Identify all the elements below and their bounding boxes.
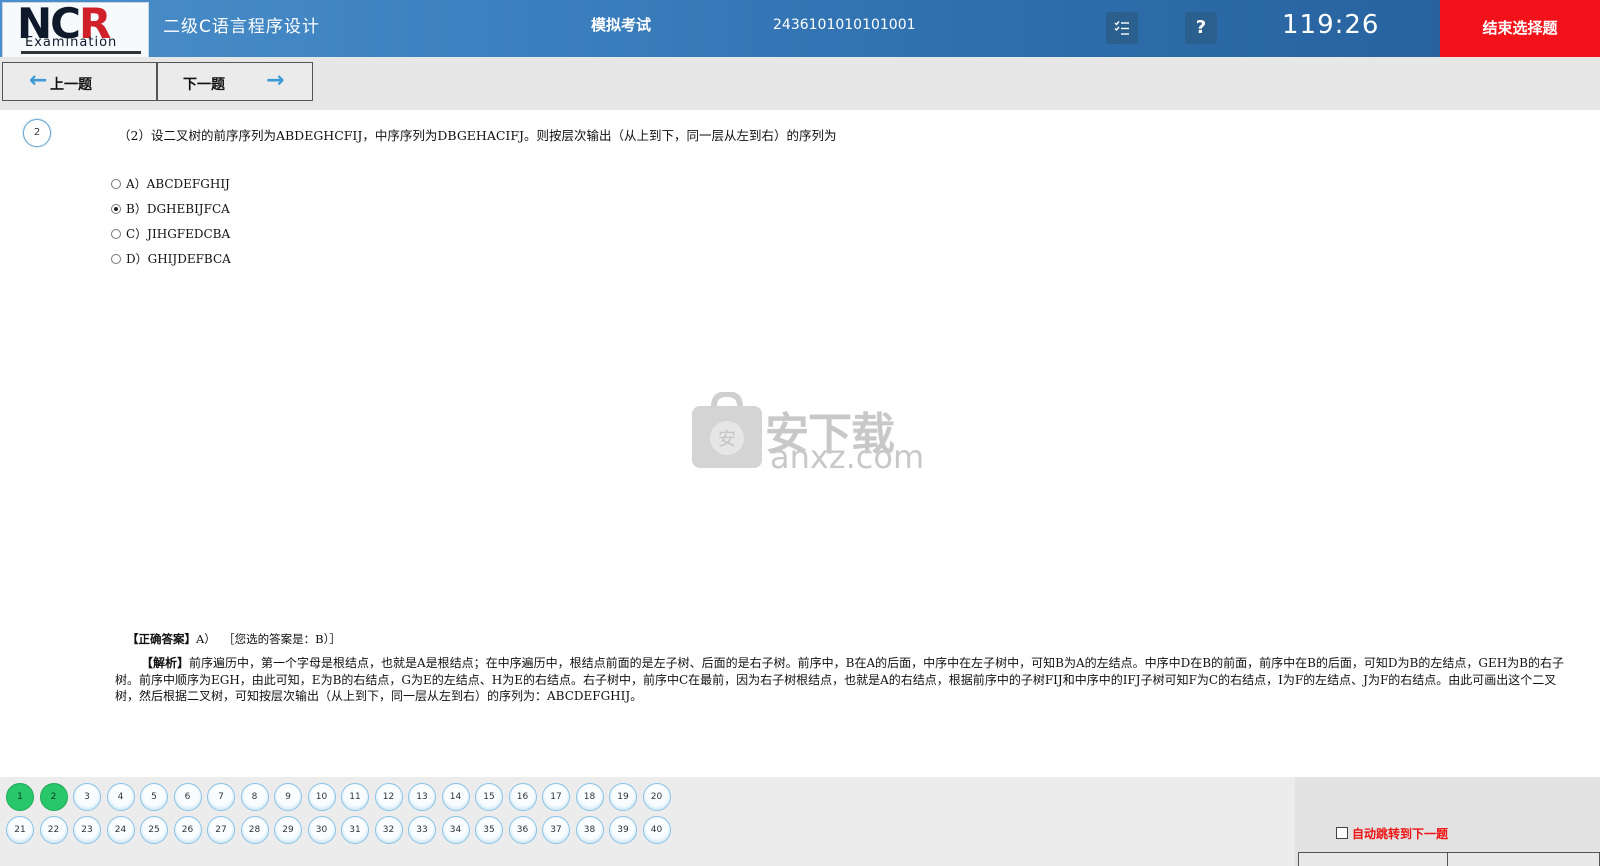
correct-answer-line: 【正确答案】A） ［您选的答案是：B）］ (127, 631, 341, 647)
watermark-subtext: anxz.com (770, 438, 925, 476)
question-list-button[interactable] (1106, 12, 1138, 44)
question-grid-item[interactable]: 14 (441, 783, 470, 811)
analysis-text: 【解析】前序遍历中，第一个字母是根结点，也就是A是根结点；在中序遍历中，根结点前… (115, 655, 1565, 705)
your-answer: ［您选的答案是：B）］ (223, 632, 341, 646)
question-grid-item[interactable]: 38 (575, 816, 604, 844)
question-grid-item[interactable]: 8 (240, 783, 269, 811)
question-grid-item[interactable]: 23 (73, 816, 101, 844)
question-grid-item[interactable]: 30 (307, 816, 336, 844)
svg-text:安: 安 (718, 429, 736, 450)
option-c-label: C）JIHGFEDCBA (126, 227, 231, 241)
question-grid-item[interactable]: 20 (642, 783, 671, 811)
header-bar: NCR Examination 二级C语言程序设计 模拟考试 243610101… (0, 0, 1600, 58)
question-grid-item[interactable]: 28 (240, 816, 269, 844)
question-grid-item[interactable]: 24 (106, 816, 135, 844)
next-question-label: 下一题 (183, 77, 225, 93)
question-grid-item[interactable]: 18 (575, 783, 604, 811)
correct-answer-tag: 【正确答案】 (127, 632, 196, 646)
bottom-right-box-1 (1298, 852, 1448, 866)
question-grid-item[interactable]: 16 (508, 783, 537, 811)
question-grid-item[interactable]: 13 (408, 783, 436, 811)
question-grid-item[interactable]: 35 (475, 816, 503, 844)
arrow-right-icon: → (266, 68, 285, 93)
analysis-tag: 【解析】 (141, 656, 190, 670)
question-grid-item[interactable]: 36 (508, 816, 537, 844)
question-grid-item[interactable]: 26 (173, 816, 202, 844)
next-question-button[interactable]: 下一题 → (157, 62, 313, 101)
radio-d[interactable] (111, 254, 121, 264)
question-grid-item[interactable]: 17 (542, 783, 570, 811)
option-a[interactable]: A）ABCDEFGHIJ (111, 175, 230, 192)
prev-question-label: 上一题 (50, 77, 92, 93)
option-b-label: B）DGHEBIJFCA (126, 202, 230, 216)
question-grid-item[interactable]: 33 (408, 816, 436, 844)
question-grid-item[interactable]: 39 (609, 816, 637, 844)
question-grid-item[interactable]: 29 (274, 816, 302, 844)
ncre-logo: NCR Examination (2, 0, 149, 58)
question-grid-item[interactable]: 3 (73, 783, 101, 811)
auto-jump-checkbox[interactable] (1336, 827, 1348, 839)
option-d-label: D）GHIJDEFBCA (126, 252, 231, 266)
question-number-badge: 2 (23, 119, 51, 147)
end-section-button[interactable]: 结束选择题 (1440, 0, 1600, 57)
question-text: （2）设二叉树的前序序列为ABDEGHCFIJ，中序序列为DBGEHACIFJ。… (118, 128, 837, 143)
option-b[interactable]: B）DGHEBIJFCA (111, 200, 230, 217)
correct-answer-value: A） (196, 632, 216, 646)
radio-c[interactable] (111, 229, 121, 239)
radio-b[interactable] (111, 204, 121, 214)
question-grid-item[interactable]: 21 (6, 816, 34, 844)
exam-id: 2436101010101001 (773, 17, 916, 33)
question-grid-item[interactable]: 37 (542, 816, 570, 844)
option-d[interactable]: D）GHIJDEFBCA (111, 250, 231, 267)
arrow-left-icon: ← (29, 68, 48, 93)
question-grid-item[interactable]: 22 (39, 816, 68, 844)
radio-a[interactable] (111, 179, 121, 189)
question-grid-item[interactable]: 27 (207, 816, 235, 844)
question-grid-item[interactable]: 11 (341, 783, 369, 811)
question-grid-item[interactable]: 12 (374, 783, 403, 811)
question-grid-item[interactable]: 25 (140, 816, 168, 844)
question-nav-bar: ← 上一题 下一题 → (0, 57, 1600, 110)
question-grid: 1 2 3 4 5 6 7 8 9 10 11 12 13 14 15 16 17 18 19 20 21 22 23 24 2… (0, 777, 1295, 866)
question-grid-item[interactable]: 6 (173, 783, 202, 811)
bottom-right-box-2 (1447, 852, 1600, 866)
subject-title: 二级C语言程序设计 (163, 17, 320, 37)
question-grid-item[interactable]: 32 (374, 816, 403, 844)
watermark-shield-icon: 安 (692, 392, 762, 468)
option-a-label: A）ABCDEFGHIJ (126, 177, 230, 191)
question-grid-item[interactable]: 9 (274, 783, 302, 811)
logo-subtext: Examination (25, 35, 118, 50)
question-grid-item[interactable]: 1 (6, 783, 34, 811)
exam-mode-label: 模拟考试 (591, 16, 652, 34)
question-grid-item[interactable]: 40 (642, 816, 671, 844)
question-grid-item[interactable]: 10 (307, 783, 336, 811)
logo-underline (21, 51, 141, 54)
question-grid-item[interactable]: 5 (140, 783, 168, 811)
list-icon (1114, 21, 1129, 35)
auto-jump-label: 自动跳转到下一题 (1352, 827, 1449, 841)
question-grid-item[interactable]: 34 (441, 816, 470, 844)
question-grid-item[interactable]: 19 (609, 783, 637, 811)
auto-jump-toggle[interactable]: 自动跳转到下一题 (1336, 825, 1448, 842)
help-button[interactable]: ? (1185, 12, 1217, 44)
question-grid-item[interactable]: 15 (475, 783, 503, 811)
question-grid-item[interactable]: 7 (207, 783, 235, 811)
question-grid-item[interactable]: 4 (106, 783, 135, 811)
analysis-body: 前序遍历中，第一个字母是根结点，也就是A是根结点；在中序遍历中，根结点前面的是左… (115, 656, 1564, 703)
question-grid-item[interactable]: 31 (341, 816, 369, 844)
option-c[interactable]: C）JIHGFEDCBA (111, 225, 230, 242)
prev-question-button[interactable]: ← 上一题 (2, 62, 157, 101)
question-grid-item[interactable]: 2 (39, 783, 68, 811)
countdown-timer: 119:26 (1282, 10, 1380, 40)
